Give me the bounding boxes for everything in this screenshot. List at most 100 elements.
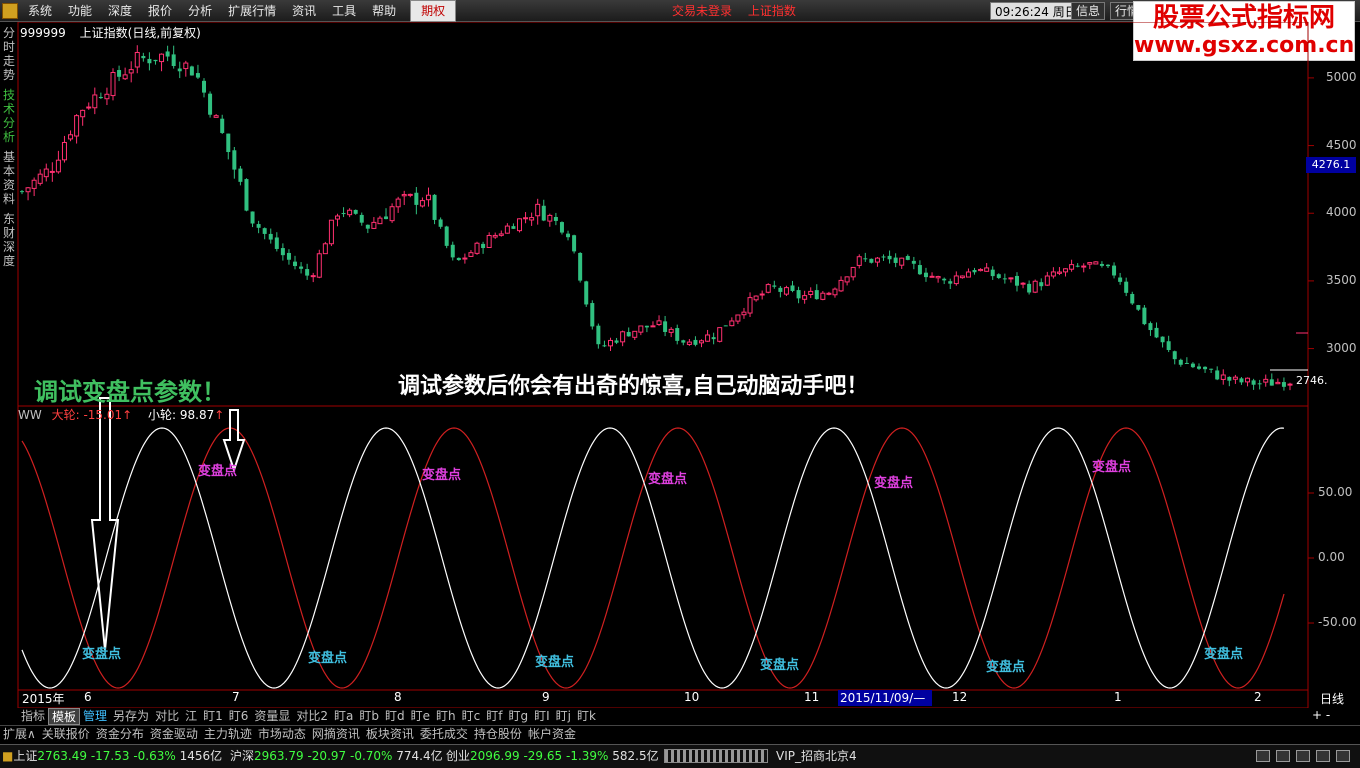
function-tab[interactable]: 板块资讯	[363, 726, 417, 743]
settings-icon[interactable]	[1316, 750, 1330, 762]
sound-icon[interactable]	[1296, 750, 1310, 762]
sh-change: -17.53	[90, 749, 130, 763]
server-name[interactable]: VIP_招商北京4	[776, 745, 857, 767]
candle-body	[772, 285, 777, 287]
indicator-tab[interactable]: 指标	[18, 708, 48, 725]
candle-body	[1287, 383, 1293, 386]
menu-item[interactable]: 系统	[20, 0, 60, 22]
trade-status[interactable]: 交易未登录	[672, 4, 732, 18]
menu-item[interactable]: 报价	[140, 0, 180, 22]
function-tab[interactable]: 持仓股份	[471, 726, 525, 743]
clock-time: 09:26:24	[995, 5, 1049, 19]
candle-body	[559, 222, 564, 233]
candle-body	[1099, 263, 1104, 266]
menu-item[interactable]: 扩展行情	[220, 0, 284, 22]
menu-item[interactable]: 功能	[60, 0, 100, 22]
candle-body	[220, 118, 225, 133]
candle-body	[566, 233, 571, 238]
candle-body	[820, 292, 826, 300]
menu-item-options[interactable]: 期权	[410, 0, 457, 22]
indicator-tab[interactable]: 盯k	[574, 708, 599, 725]
indicator-tick-label: 50.00	[1318, 485, 1353, 499]
info-button[interactable]: 信息	[1071, 2, 1106, 20]
indicator-tab[interactable]: 管理	[80, 708, 110, 725]
lock-icon[interactable]	[1336, 750, 1350, 762]
window-icon[interactable]	[1256, 750, 1270, 762]
menu-item[interactable]: 深度	[100, 0, 140, 22]
scale-buttons[interactable]: + -	[1312, 708, 1330, 722]
indicator-tab[interactable]: 资量显	[251, 708, 293, 725]
indicator-tab[interactable]: 盯1	[200, 708, 226, 725]
date-tick: 12	[952, 690, 968, 704]
menu-item[interactable]: 帮助	[364, 0, 404, 22]
indicator-tab[interactable]: 盯h	[433, 708, 459, 725]
indicator-tab[interactable]: 对比	[152, 708, 182, 725]
sh-amount: 1456亿	[179, 749, 223, 763]
candle-body	[322, 243, 328, 255]
cy-pct: -1.39%	[565, 749, 609, 763]
candle-body	[389, 206, 395, 222]
date-tick: 2015年	[22, 692, 65, 706]
function-tab[interactable]: 委托成交	[417, 726, 471, 743]
candle-body	[626, 331, 631, 337]
menu-item[interactable]: 工具	[324, 0, 364, 22]
indicator-tab[interactable]: 盯f	[483, 708, 505, 725]
candle-body	[778, 287, 783, 292]
indicator-tick-label: -50.00	[1318, 615, 1357, 629]
function-tab[interactable]: 资金分布	[93, 726, 147, 743]
function-tab[interactable]: 市场动态	[255, 726, 309, 743]
candle-body	[796, 290, 801, 299]
candle-body	[122, 74, 128, 80]
function-tab[interactable]: 网摘资讯	[309, 726, 363, 743]
index-name[interactable]: 上证指数	[748, 4, 796, 18]
indicator-tab[interactable]: 模板	[48, 708, 81, 725]
indicator-tab[interactable]: 盯e	[408, 708, 433, 725]
indicator-name[interactable]: WW	[18, 408, 42, 422]
indicator-tab[interactable]: 对比2	[293, 708, 331, 725]
cy-index[interactable]: 创业2096.99 -29.65 -1.39% 582.5亿	[446, 745, 659, 767]
function-tab[interactable]: 扩展∧	[0, 726, 39, 743]
candle-body	[365, 224, 370, 229]
function-tab[interactable]: 主力轨迹	[201, 726, 255, 743]
function-tab[interactable]: 关联报价	[39, 726, 93, 743]
period-label[interactable]: 日线	[1320, 690, 1344, 707]
candle-body	[535, 203, 541, 217]
indicator-tab[interactable]: 盯g	[505, 708, 531, 725]
indicator-tab[interactable]: 盯d	[382, 708, 408, 725]
candle-body	[159, 53, 165, 63]
indicator-tab[interactable]: 盯I	[531, 708, 553, 725]
candle-body	[553, 217, 558, 221]
candle-body	[1008, 277, 1014, 280]
candle-body	[826, 292, 832, 295]
indicator-tab[interactable]: 盯b	[356, 708, 382, 725]
function-tab[interactable]: 资金驱动	[147, 726, 201, 743]
candle-body	[802, 295, 808, 300]
indicator-tab[interactable]: 盯a	[331, 708, 356, 725]
chart-canvas[interactable]	[0, 22, 1360, 708]
function-tab[interactable]: 帐户资金	[525, 726, 579, 743]
hs-index[interactable]: 沪深2963.79 -20.97 -0.70% 774.4亿	[230, 745, 443, 767]
candle-body	[171, 54, 176, 67]
indicator-tab[interactable]: 盯j	[553, 708, 574, 725]
candle-body	[438, 219, 443, 227]
candle-body	[134, 52, 140, 68]
turn-point-label: 变盘点	[1204, 647, 1244, 662]
sh-index[interactable]: ■上证2763.49 -17.53 -0.63% 1456亿	[2, 745, 222, 767]
candle-body	[347, 209, 353, 216]
mail-icon[interactable]	[1276, 750, 1290, 762]
candle-body	[1239, 378, 1244, 383]
candle-body	[1118, 277, 1123, 282]
date-tick: 10	[684, 690, 700, 704]
indicator-tab[interactable]: 江	[182, 708, 200, 725]
indicator-tab[interactable]: 盯c	[459, 708, 484, 725]
candle-body	[1056, 271, 1062, 274]
candle-body	[814, 290, 819, 300]
indicator-tab[interactable]: 另存为	[110, 708, 152, 725]
menu-item[interactable]: 资讯	[284, 0, 324, 22]
turn-point-label: 变盘点	[874, 476, 914, 491]
indicator-tab[interactable]: 盯6	[226, 708, 252, 725]
candle-body	[450, 244, 455, 258]
candle-body	[1050, 271, 1056, 277]
candle-body	[935, 276, 941, 279]
menu-item[interactable]: 分析	[180, 0, 220, 22]
